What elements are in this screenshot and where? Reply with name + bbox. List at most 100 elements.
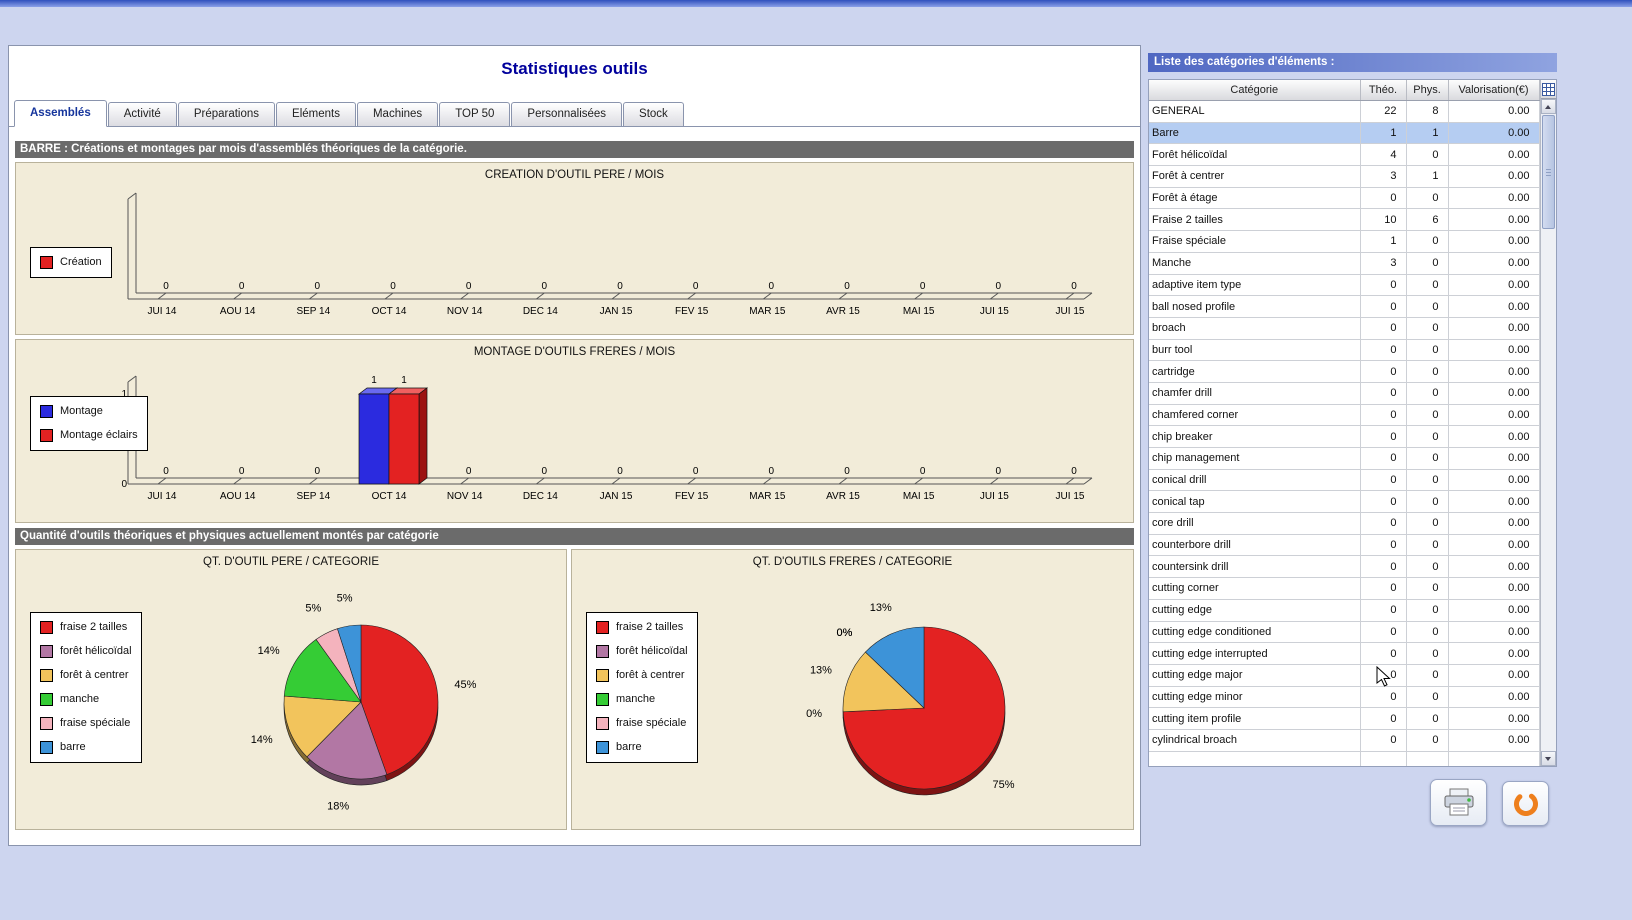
cell-theo: 0 xyxy=(1360,404,1406,426)
cell-phys: 0 xyxy=(1406,729,1448,751)
category-row[interactable]: chamfer drill000.00 xyxy=(1149,382,1539,404)
category-row[interactable]: cylindrical broach000.00 xyxy=(1149,729,1539,751)
svg-text:JUI 15: JUI 15 xyxy=(1056,306,1085,317)
tab-personnalisees[interactable]: Personnalisées xyxy=(511,102,622,126)
cell-valorisation: 0.00 xyxy=(1448,317,1539,339)
category-row[interactable]: Manche300.00 xyxy=(1149,252,1539,274)
svg-text:18%: 18% xyxy=(327,800,349,812)
cell-phys: 1 xyxy=(1406,166,1448,188)
category-row[interactable]: Barre110.00 xyxy=(1149,122,1539,144)
tab-stock[interactable]: Stock xyxy=(623,102,684,126)
column-header-1[interactable]: Théo. xyxy=(1360,80,1406,101)
category-row[interactable]: burr tool000.00 xyxy=(1149,339,1539,361)
category-row[interactable]: countersink drill000.00 xyxy=(1149,556,1539,578)
scroll-down-button[interactable] xyxy=(1541,751,1557,766)
scrollbar-track[interactable] xyxy=(1541,230,1557,751)
svg-text:SEP 14: SEP 14 xyxy=(296,491,330,502)
bar-chart-creation: CREATION D'OUTIL PERE / MOISCréationJUI … xyxy=(15,162,1134,335)
column-header-3[interactable]: Valorisation(€) xyxy=(1448,80,1539,101)
category-row[interactable]: cutting edge minor000.00 xyxy=(1149,686,1539,708)
category-row[interactable]: conical drill000.00 xyxy=(1149,469,1539,491)
cell-phys: 0 xyxy=(1406,643,1448,665)
cell-categorie: countersink drill xyxy=(1149,556,1360,578)
page-title: Statistiques outils xyxy=(9,59,1140,79)
legend-label: fraise spéciale xyxy=(60,717,130,730)
section-header-pie-charts: Quantité d'outils théoriques et physique… xyxy=(15,528,1134,545)
legend-item: forêt à centrer xyxy=(596,669,688,682)
category-row[interactable]: conical tap000.00 xyxy=(1149,491,1539,513)
cell-theo: 0 xyxy=(1360,643,1406,665)
scrollbar-thumb[interactable] xyxy=(1542,115,1556,229)
cell-theo: 0 xyxy=(1360,448,1406,470)
tab-machines[interactable]: Machines xyxy=(357,102,438,126)
cell-valorisation: 0.00 xyxy=(1448,122,1539,144)
category-row[interactable]: cutting edge000.00 xyxy=(1149,599,1539,621)
tab-top-50[interactable]: TOP 50 xyxy=(439,102,510,126)
svg-text:JAN 15: JAN 15 xyxy=(600,491,633,502)
category-row[interactable]: Fraise 2 tailles1060.00 xyxy=(1149,209,1539,231)
legend-swatch-icon xyxy=(40,429,53,442)
legend-swatch-icon xyxy=(40,717,53,730)
category-row[interactable]: cutting edge conditioned000.00 xyxy=(1149,621,1539,643)
tab-elements[interactable]: Eléments xyxy=(276,102,356,126)
cell-valorisation: 0.00 xyxy=(1448,252,1539,274)
scroll-up-button[interactable] xyxy=(1541,99,1557,114)
category-row[interactable]: broach000.00 xyxy=(1149,317,1539,339)
category-row[interactable]: cutting edge major000.00 xyxy=(1149,664,1539,686)
cell-phys: 0 xyxy=(1406,664,1448,686)
bar-chart-montage: MONTAGE D'OUTILS FRERES / MOISMontageMon… xyxy=(15,339,1134,523)
cell-phys: 0 xyxy=(1406,578,1448,600)
cell-theo: 0 xyxy=(1360,513,1406,535)
svg-text:1: 1 xyxy=(371,375,377,386)
svg-text:JUI 15: JUI 15 xyxy=(980,491,1009,502)
cell-phys: 0 xyxy=(1406,231,1448,253)
svg-text:14%: 14% xyxy=(258,645,280,657)
legend-label: fraise 2 tailles xyxy=(616,621,683,634)
cell-valorisation: 0.00 xyxy=(1448,448,1539,470)
tab-activite[interactable]: Activité xyxy=(108,102,177,126)
tab-bar: AssemblésActivitéPréparationsElémentsMac… xyxy=(9,100,1140,127)
category-row[interactable]: Forêt hélicoïdal400.00 xyxy=(1149,144,1539,166)
cell-valorisation: 0.00 xyxy=(1448,708,1539,730)
category-row[interactable]: chip management000.00 xyxy=(1149,448,1539,470)
cell-phys: 0 xyxy=(1406,317,1448,339)
category-row[interactable]: cutting item profile000.00 xyxy=(1149,708,1539,730)
tab-preparations[interactable]: Préparations xyxy=(178,102,275,126)
cell-phys: 0 xyxy=(1406,469,1448,491)
legend-item: forêt hélicoïdal xyxy=(596,645,688,658)
cell-theo: 0 xyxy=(1360,426,1406,448)
svg-text:0: 0 xyxy=(844,281,850,292)
category-row[interactable]: chip breaker000.00 xyxy=(1149,426,1539,448)
category-row[interactable]: cutting corner000.00 xyxy=(1149,578,1539,600)
category-row[interactable]: Forêt à centrer310.00 xyxy=(1149,166,1539,188)
cell-phys: 6 xyxy=(1406,209,1448,231)
column-header-0[interactable]: Catégorie xyxy=(1149,80,1360,101)
category-row[interactable]: cartridge000.00 xyxy=(1149,361,1539,383)
refresh-button[interactable] xyxy=(1502,781,1549,826)
category-row[interactable]: core drill000.00 xyxy=(1149,513,1539,535)
cell-categorie: chamfered corner xyxy=(1149,404,1360,426)
categories-table: CatégorieThéo.Phys.Valorisation(€) GENER… xyxy=(1149,80,1540,767)
column-options-button[interactable] xyxy=(1541,80,1557,99)
legend-swatch-icon xyxy=(40,669,53,682)
legend-item: fraise 2 tailles xyxy=(596,621,688,634)
svg-text:0: 0 xyxy=(542,466,548,477)
svg-text:OCT 14: OCT 14 xyxy=(372,306,407,317)
cell-valorisation: 0.00 xyxy=(1448,643,1539,665)
category-row[interactable]: counterbore drill000.00 xyxy=(1149,534,1539,556)
svg-text:AVR 15: AVR 15 xyxy=(826,306,860,317)
category-row[interactable]: chamfered corner000.00 xyxy=(1149,404,1539,426)
legend-item: barre xyxy=(596,741,688,754)
cell-theo: 0 xyxy=(1360,621,1406,643)
cell-categorie: Barre xyxy=(1149,122,1360,144)
column-header-2[interactable]: Phys. xyxy=(1406,80,1448,101)
category-row[interactable]: cutting edge interrupted000.00 xyxy=(1149,643,1539,665)
tab-assembles[interactable]: Assemblés xyxy=(14,100,107,127)
category-row[interactable]: GENERAL2280.00 xyxy=(1149,101,1539,123)
category-row[interactable]: ball nosed profile000.00 xyxy=(1149,296,1539,318)
category-row[interactable]: Forêt à étage000.00 xyxy=(1149,187,1539,209)
print-button[interactable] xyxy=(1430,779,1487,826)
category-row[interactable]: adaptive item type000.00 xyxy=(1149,274,1539,296)
category-row[interactable]: Fraise spéciale100.00 xyxy=(1149,231,1539,253)
legend-label: fraise spéciale xyxy=(616,717,686,730)
